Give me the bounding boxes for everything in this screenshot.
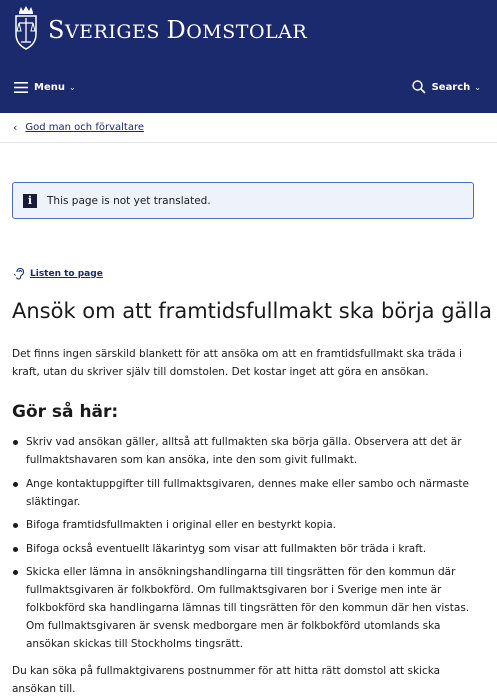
site-name: SVERIGES DOMSTOLAR bbox=[48, 16, 307, 44]
howto-heading: Gör så här: bbox=[12, 402, 119, 422]
breadcrumb: ‹ God man och förvaltare bbox=[0, 113, 497, 143]
crest-icon bbox=[15, 6, 37, 50]
menu-label: Menu bbox=[34, 82, 65, 93]
translation-notice: i This page is not yet translated. bbox=[12, 182, 474, 219]
hamburger-icon bbox=[14, 82, 28, 93]
ear-icon bbox=[13, 267, 25, 280]
search-icon bbox=[411, 80, 426, 94]
list-item: Skicka eller lämna in ansökningshandling… bbox=[12, 563, 480, 653]
intro-paragraph: Det finns ingen särskild blankett för at… bbox=[12, 348, 462, 378]
chevron-down-icon: ⌄ bbox=[68, 83, 76, 92]
chevron-left-icon: ‹ bbox=[13, 121, 18, 134]
list-item: Bifoga också eventuellt läkarintyg som v… bbox=[12, 540, 480, 558]
site-header: SVERIGES DOMSTOLAR Menu ⌄ Search ⌄ bbox=[0, 0, 497, 113]
search-button[interactable]: Search ⌄ bbox=[411, 80, 481, 94]
site-logo[interactable]: SVERIGES DOMSTOLAR bbox=[10, 4, 307, 52]
page-title: Ansök om att framtidsfullmakt ska börja … bbox=[12, 299, 492, 323]
info-icon: i bbox=[23, 193, 37, 208]
logo-word: OMSTOLAR bbox=[186, 21, 308, 43]
list-item: Bifoga framtidsfullmakten i original ell… bbox=[12, 516, 480, 534]
notice-text: This page is not yet translated. bbox=[47, 194, 211, 207]
breadcrumb-link[interactable]: God man och förvaltare bbox=[25, 122, 144, 133]
list-item: Skriv vad ansökan gäller, alltså att ful… bbox=[12, 433, 480, 469]
logo-word: VERIGES bbox=[64, 21, 167, 43]
chevron-down-icon: ⌄ bbox=[474, 82, 481, 92]
main-nav: Menu ⌄ Search ⌄ bbox=[0, 72, 497, 108]
listen-label: Listen to page bbox=[30, 268, 103, 279]
search-label: Search bbox=[431, 81, 471, 93]
logo-letter: S bbox=[48, 16, 65, 44]
menu-button[interactable]: Menu ⌄ bbox=[14, 82, 76, 93]
listen-to-page-button[interactable]: Listen to page bbox=[13, 267, 103, 280]
logo-letter: D bbox=[166, 16, 187, 44]
list-item: Ange kontaktuppgifter till fullmaktsgiva… bbox=[12, 475, 480, 511]
outro-paragraph: Du kan söka på fullmaktgivarens postnumm… bbox=[12, 665, 441, 695]
steps-list: Skriv vad ansökan gäller, alltså att ful… bbox=[12, 433, 480, 659]
